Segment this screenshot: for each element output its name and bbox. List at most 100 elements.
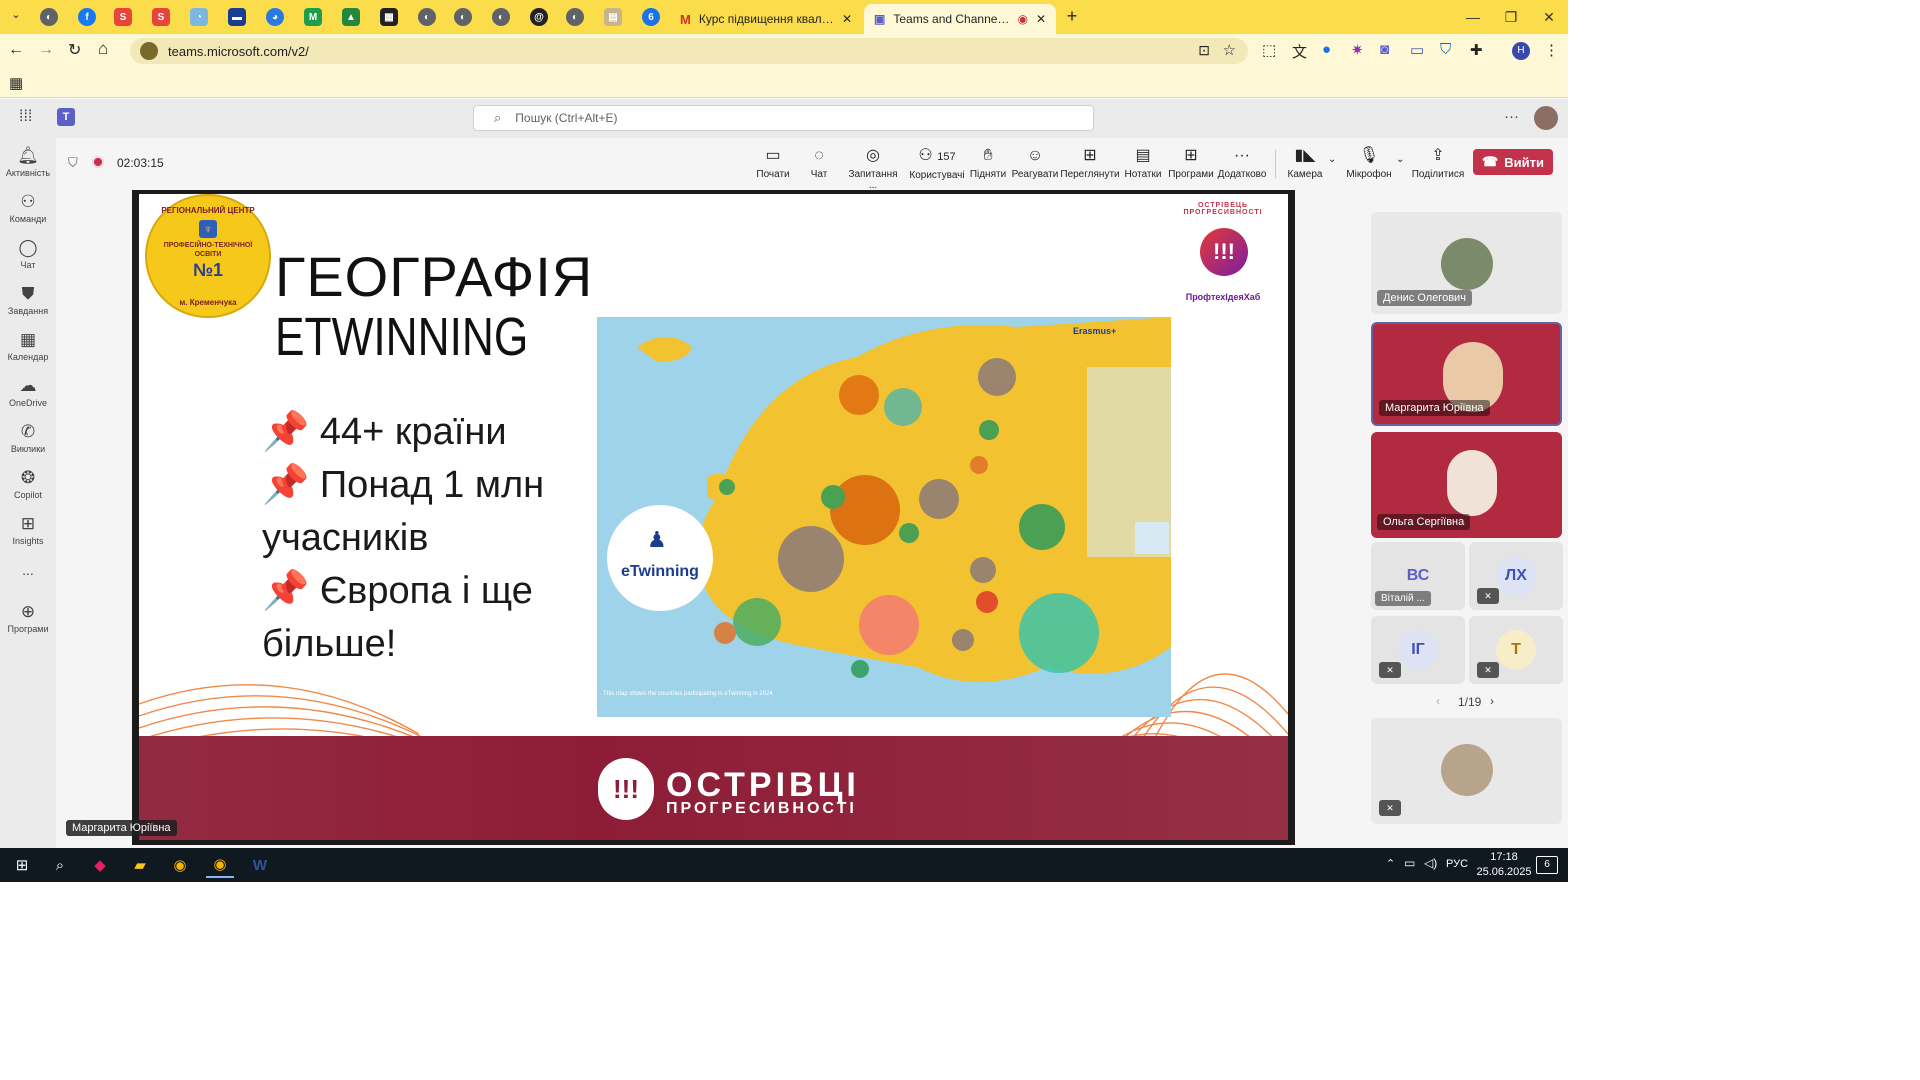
chrome-active-icon[interactable]: ◉ [206,852,234,878]
share-button[interactable]: ⇪ Поділитися [1408,145,1468,180]
rail-item-apps[interactable]: ⊕ Програми [0,602,56,634]
rail-item-copilot[interactable]: ❂ Copilot [0,468,56,500]
tab-favicon-icon[interactable]: ▤ [604,8,622,26]
extension-icon[interactable]: ◙ [1380,41,1389,58]
mic-button[interactable]: 🎙︎ Мікрофон [1340,145,1398,180]
s-app-icon[interactable]: S [152,8,170,26]
tab-teams[interactable]: ▣ Teams and Channels | Курс ◉ ✕ [864,4,1056,34]
tab-course[interactable]: M Курс підвищення кваліфікації ✕ [670,4,862,34]
forward-icon[interactable]: → [38,41,54,59]
tab-favicon-icon[interactable]: ◐ [492,8,510,26]
participant-tile-small[interactable]: ІГ ✕ [1371,616,1465,684]
tab-favicon-icon[interactable]: M [304,8,322,26]
participant-tile-small[interactable]: ЛХ ✕ [1469,542,1563,610]
site-info-icon[interactable] [140,42,158,60]
tab-favicon-icon[interactable]: 6 [642,8,660,26]
rail-item-teams[interactable]: ⚇ Команди [0,192,56,224]
file-explorer-icon[interactable]: ▰ [126,852,154,878]
tab-favicon-icon[interactable]: ◐ [454,8,472,26]
close-icon[interactable]: ✕ [1036,12,1046,26]
more-options-icon[interactable]: ··· [1504,108,1519,125]
tab-favicon-icon[interactable]: ◕ [266,8,284,26]
address-bar[interactable]: teams.microsoft.com/v2/ ⊡ ☆ [130,38,1248,64]
tab-favicon-icon[interactable]: ▬ [228,8,246,26]
chart-favicon-icon[interactable]: ▲ [342,8,360,26]
shield-icon[interactable]: ⛉ [1440,41,1451,58]
language-indicator[interactable]: РУС [1446,858,1468,870]
participant-tile-active[interactable]: Маргарита Юріївна [1371,322,1562,426]
rail-item-onedrive[interactable]: ☁ OneDrive [0,376,56,408]
rail-item-activity[interactable]: 🔔︎ Активність [0,146,56,178]
new-tab-button[interactable]: + [1062,6,1082,27]
windows-start-icon[interactable]: ⊞ [8,852,36,878]
participant-tile[interactable]: Денис Олегович [1371,212,1562,314]
chat-icon: ◌ [814,147,824,164]
chevron-down-icon[interactable]: ⌄ [1328,154,1336,165]
chrome-icon[interactable]: ◉ [166,852,194,878]
rail-item-insights[interactable]: ⊞ Insights [0,514,56,546]
tab-favicon-icon[interactable]: ◐ [566,8,584,26]
clock-date[interactable]: 25.06.2025 [1470,866,1538,878]
tab-favicon-icon[interactable]: ▦ [380,8,398,26]
extension-icon[interactable]: ✷ [1351,41,1364,59]
avatar-initials: ВС [1398,556,1438,596]
prev-page-icon[interactable]: ‹ [1436,694,1440,708]
apps-grid-icon[interactable]: ▦ [9,74,23,92]
chat-button[interactable]: ◌ Чат [790,145,848,180]
more-button[interactable]: ··· Додатково [1213,145,1271,180]
search-input[interactable]: ⌕ Пошук (Ctrl+Alt+E) [473,105,1094,131]
notifications-badge[interactable]: 6 [1536,856,1558,874]
camera-button[interactable]: ▮◣ Камера [1276,145,1334,180]
tray-chevron-icon[interactable]: ⌃ [1386,857,1395,870]
leave-button[interactable]: ☎︎ Вийти [1473,149,1553,175]
react-button[interactable]: ☺ Реагувати [1006,145,1064,180]
extension-icon[interactable]: ▭ [1410,41,1424,59]
home-icon[interactable]: ⌂ [98,39,108,59]
extension-icon[interactable]: ● [1322,41,1331,58]
rail-item-calls[interactable]: ✆ Виклики [0,422,56,454]
chevron-down-icon[interactable]: ⌄ [1396,154,1404,165]
tab-favicon-icon[interactable]: ◐ [418,8,436,26]
self-view-tile[interactable]: ✕ [1371,718,1562,824]
word-icon[interactable]: W [246,852,274,878]
participant-tile-small[interactable]: Т ✕ [1469,616,1563,684]
tab-search-icon[interactable]: ⌄ [6,8,26,26]
restore-button[interactable]: ❐ [1496,6,1526,28]
reload-icon[interactable]: ↻ [68,40,81,60]
rail-item-calendar[interactable]: ▦ Календар [0,330,56,362]
minimize-button[interactable]: — [1458,6,1488,28]
tab-favicon-icon[interactable]: @ [530,8,548,26]
browser-menu-icon[interactable]: ⋮ [1544,41,1559,59]
search-icon[interactable]: ⌕ [46,852,74,878]
rail-more-button[interactable]: ... [0,562,56,578]
bookmark-star-icon[interactable]: ☆ [1223,41,1236,59]
close-icon[interactable]: ✕ [842,12,852,26]
apps-button[interactable]: ⊞ Програми [1162,145,1220,180]
facebook-icon[interactable]: f [78,8,96,26]
s-app-icon[interactable]: S [114,8,132,26]
rail-item-chat[interactable]: ◯ Чат [0,238,56,270]
figma-icon[interactable]: ◆ [86,852,114,878]
back-icon[interactable]: ← [8,41,24,59]
network-icon[interactable]: ▭ [1404,856,1415,870]
tab-favicon-icon[interactable]: ◔ [190,8,208,26]
qa-button[interactable]: ◎ Запитання ... [843,145,903,191]
translate-icon[interactable]: 文 [1292,41,1307,62]
app-launcher-icon[interactable]: ⁞⁞⁞ [19,108,32,126]
recording-icon [92,156,104,168]
participant-tile[interactable]: Ольга Сергіївна [1371,432,1562,538]
profile-avatar[interactable]: H [1512,42,1530,60]
tab-favicon-icon[interactable]: ◐ [40,8,58,26]
install-app-icon[interactable]: ⊡ [1198,42,1210,59]
mic-off-icon: ✕ [1379,662,1401,678]
extension-icon[interactable]: ⬚ [1262,41,1276,59]
puzzle-icon[interactable]: ✚ [1470,41,1483,59]
view-button[interactable]: ⊞ Переглянути [1059,145,1121,180]
volume-icon[interactable]: ◁) [1424,856,1437,870]
clock-time[interactable]: 17:18 [1476,851,1532,863]
rail-item-assignments[interactable]: ⛊ Завдання [0,284,56,316]
close-window-button[interactable]: ✕ [1534,6,1564,28]
participant-tile-small[interactable]: ВС Віталій ... [1371,542,1465,610]
next-page-icon[interactable]: › [1490,694,1494,708]
user-avatar[interactable] [1534,106,1558,130]
